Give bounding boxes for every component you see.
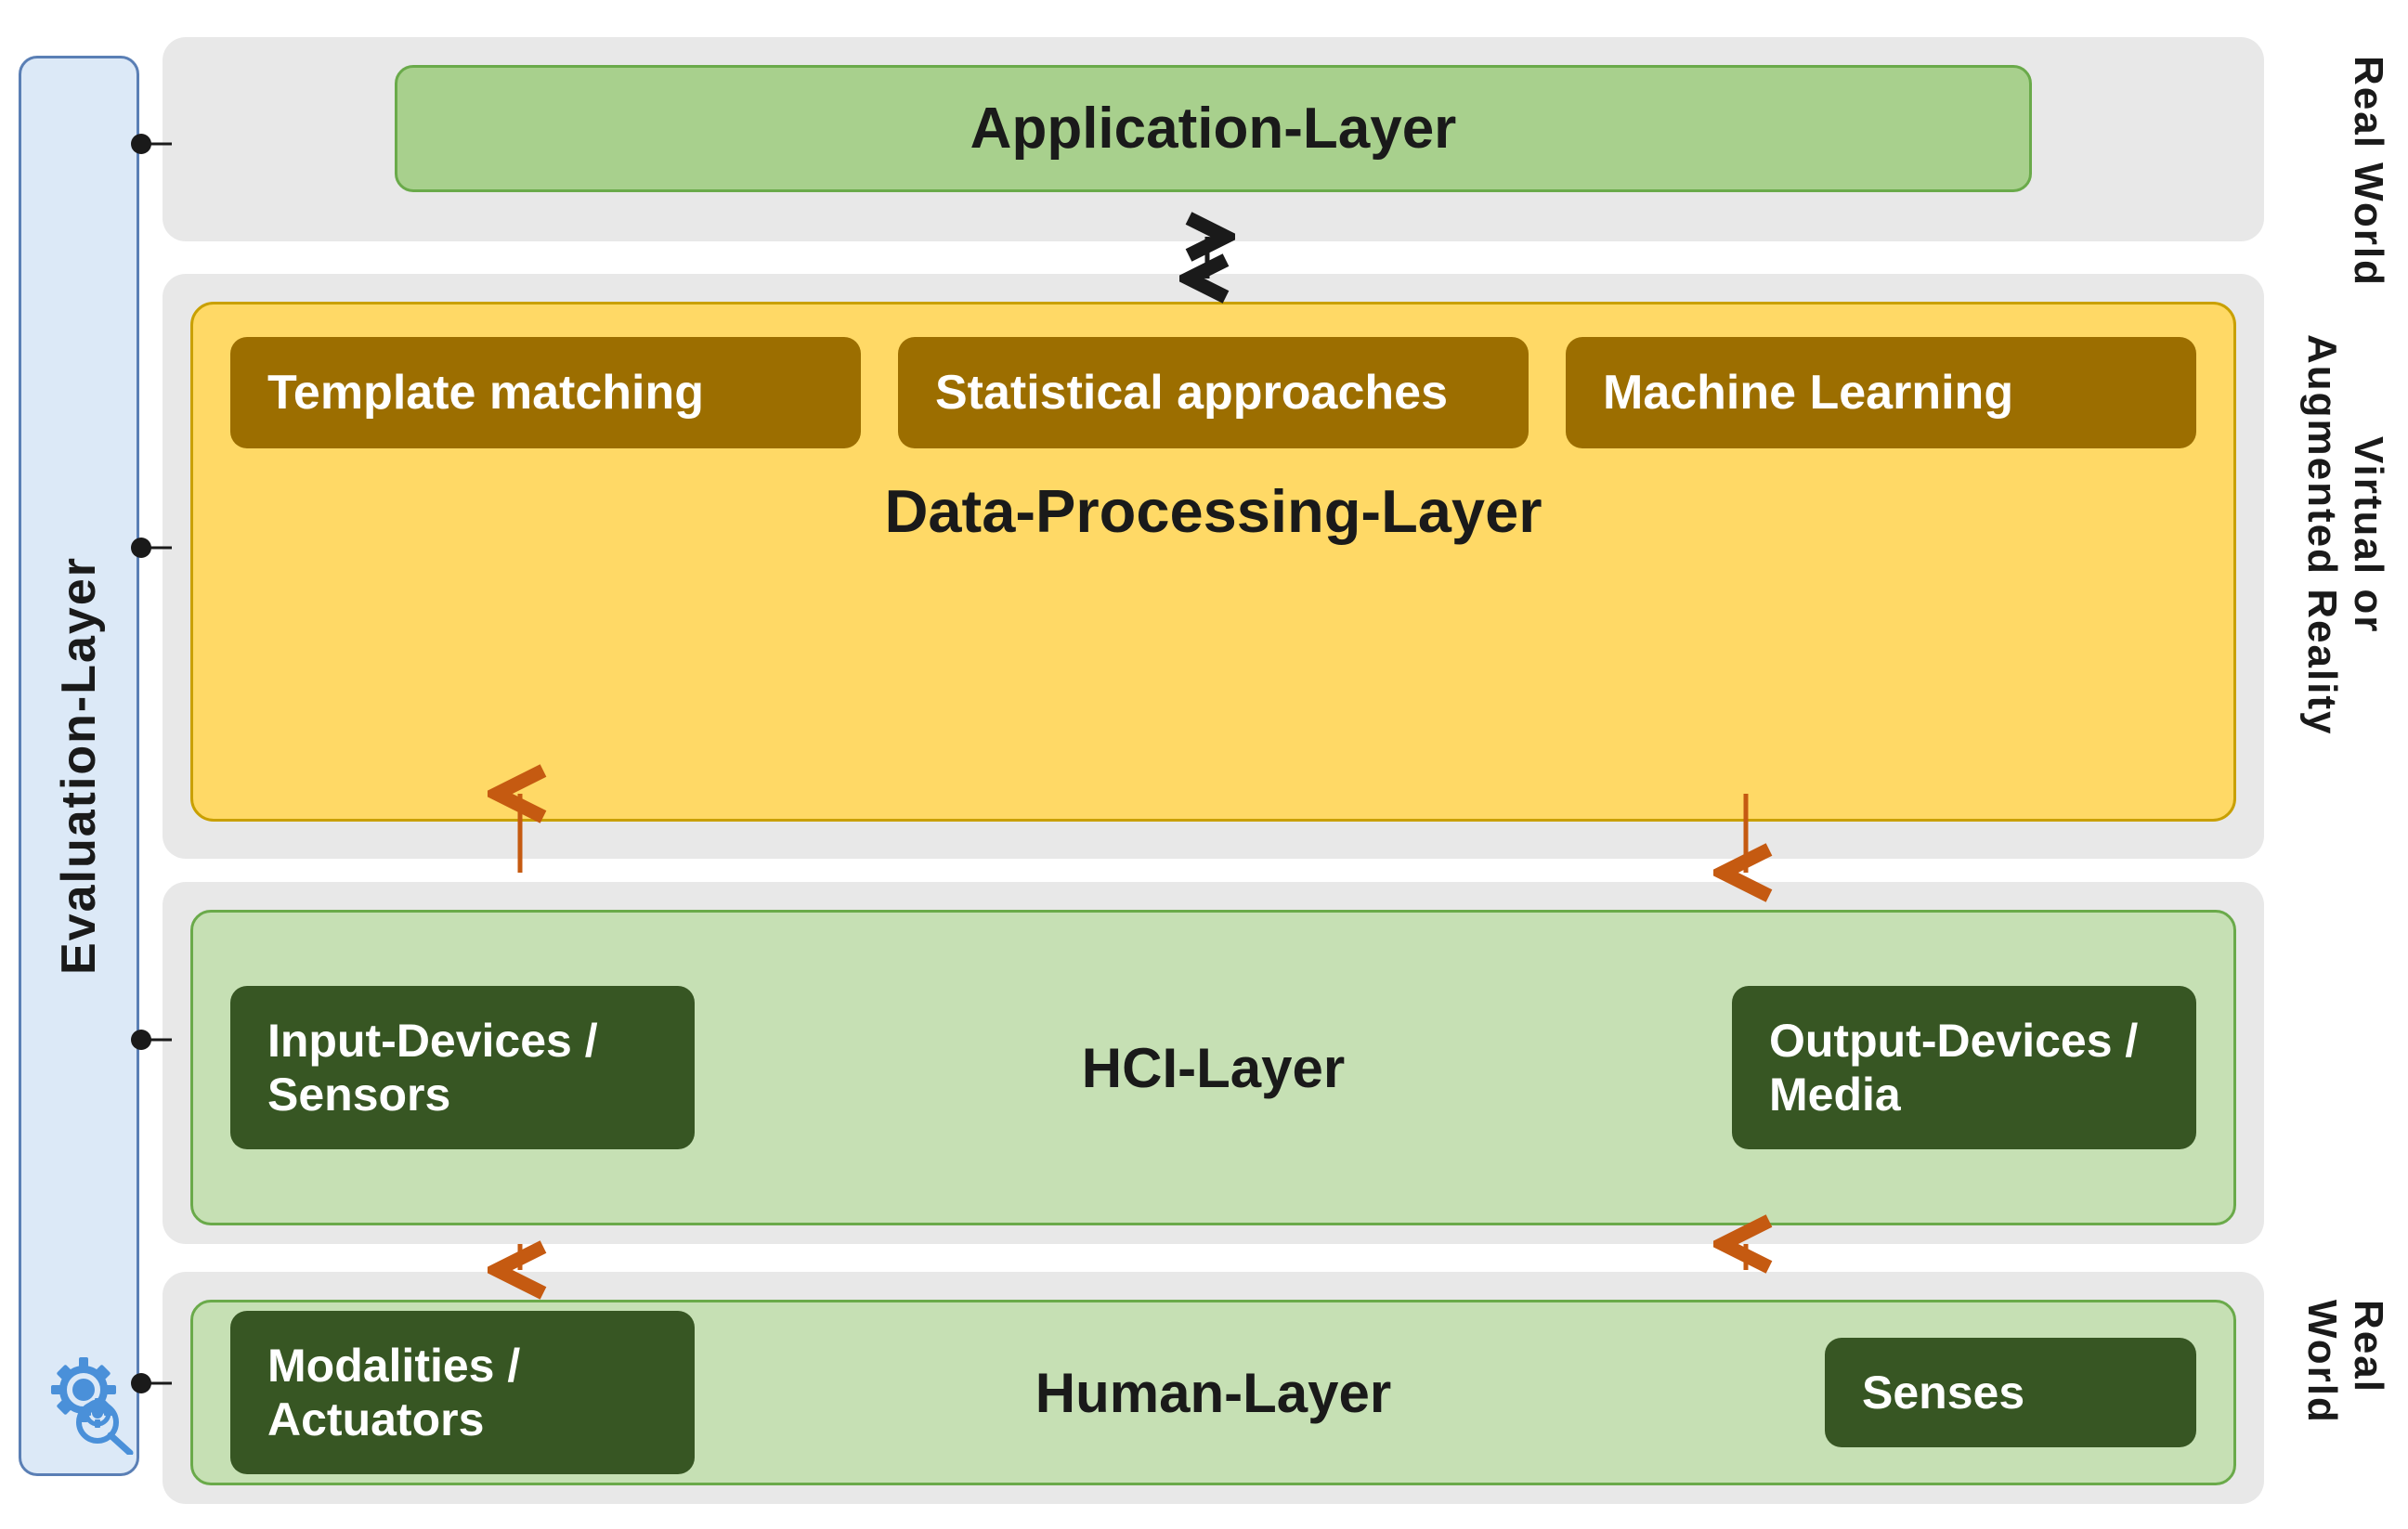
human-inner-box: Modalities /Actuators Human-Layer Senses (190, 1300, 2236, 1485)
human-section: Modalities /Actuators Human-Layer Senses (163, 1272, 2264, 1504)
real-world-bottom-text: Real World (2299, 1300, 2391, 1424)
input-devices-box: Input-Devices /Sensors (230, 986, 695, 1149)
hci-layer-label: HCI-Layer (1082, 1036, 1345, 1100)
statistical-approaches-box: Statistical approaches (898, 337, 1529, 448)
input-devices-label: Input-Devices /Sensors (267, 1015, 598, 1121)
senses-label: Senses (1862, 1367, 2024, 1419)
gear-magnifier-icon (28, 1343, 139, 1455)
data-processing-label: Data-Processing-Layer (230, 476, 2196, 546)
machine-learning-box: Machine Learning (1566, 337, 2196, 448)
senses-box: Senses (1825, 1338, 2196, 1447)
main-diagram: Evaluation-Layer (0, 0, 2408, 1529)
machine-learning-label: Machine Learning (1603, 366, 2013, 420)
virtual-ar-text: Virtual orAugmented Reality (2299, 334, 2391, 736)
processing-methods: Template matching Statistical approaches… (230, 337, 2196, 448)
evaluation-layer-label: Evaluation-Layer (51, 556, 107, 975)
evaluation-layer: Evaluation-Layer (19, 56, 139, 1476)
application-layer-box: Application-Layer (395, 65, 2031, 192)
hci-section: Input-Devices /Sensors HCI-Layer Output-… (163, 882, 2264, 1244)
template-matching-box: Template matching (230, 337, 861, 448)
output-devices-box: Output-Devices /Media (1732, 986, 2196, 1149)
application-layer-label: Application-Layer (970, 97, 1457, 161)
data-processing-box: Template matching Statistical approaches… (190, 302, 2236, 822)
statistical-approaches-label: Statistical approaches (935, 366, 1448, 420)
virtual-ar-label: Virtual orAugmented Reality (2298, 334, 2391, 736)
virtual-ar-section: Template matching Statistical approaches… (163, 274, 2264, 859)
modalities-label: Modalities /Actuators (267, 1340, 520, 1445)
real-world-top-section: Application-Layer (163, 37, 2264, 241)
template-matching-label: Template matching (267, 366, 704, 420)
real-world-bottom-label: Real World (2298, 1300, 2391, 1529)
real-world-top-label: Real World (2345, 56, 2391, 287)
modalities-box: Modalities /Actuators (230, 1311, 695, 1474)
real-world-top-text: Real World (2346, 56, 2391, 287)
hci-inner-box: Input-Devices /Sensors HCI-Layer Output-… (190, 910, 2236, 1225)
human-layer-label: Human-Layer (1035, 1361, 1391, 1425)
output-devices-label: Output-Devices /Media (1769, 1015, 2138, 1121)
